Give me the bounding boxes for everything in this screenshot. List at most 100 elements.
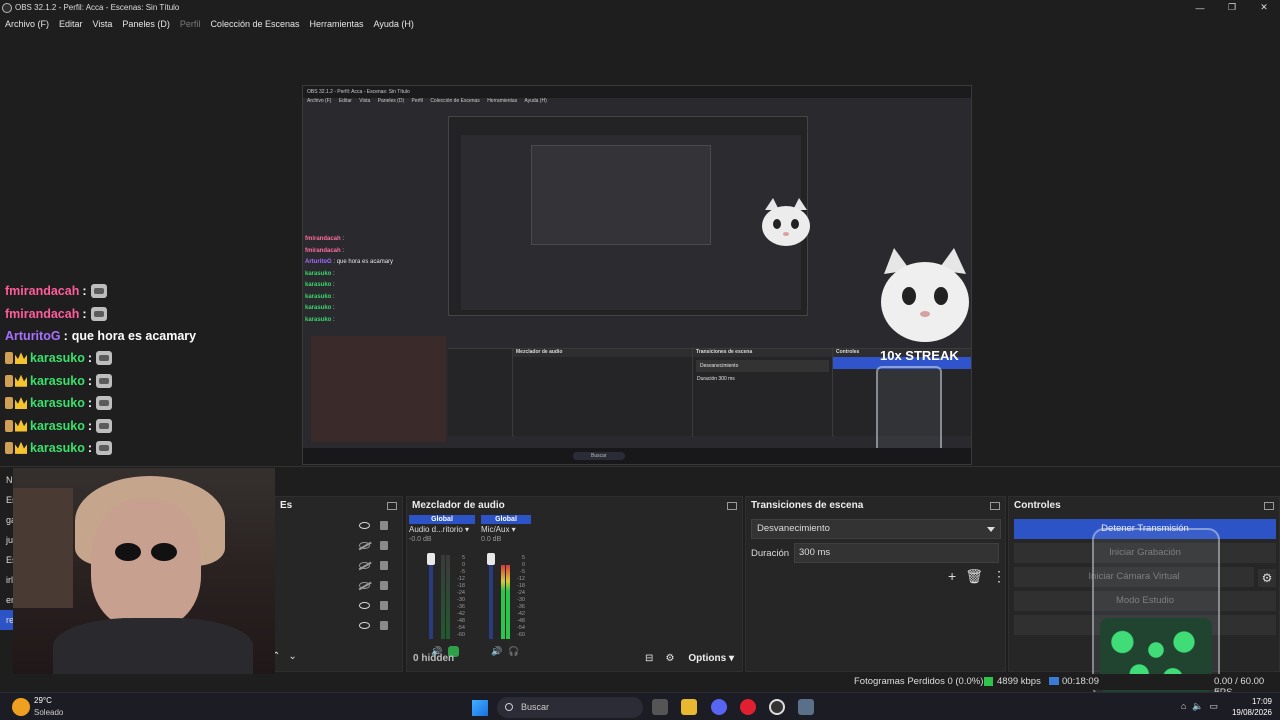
weather-temperature[interactable]: 29°C: [34, 696, 52, 705]
scene-item-selected[interactable]: re: [0, 610, 14, 630]
undock-icon[interactable]: [990, 502, 1000, 510]
duration-label: Duración: [751, 548, 790, 559]
scene-item[interactable]: en: [0, 590, 16, 610]
menu-herramientas[interactable]: Herramientas: [305, 16, 369, 32]
trash-icon[interactable]: 🗑: [965, 568, 983, 585]
obs-logo-icon: [2, 2, 12, 13]
dropped-frames: Fotogramas Perdidos 0 (0.0%): [854, 676, 984, 687]
inner-menu-item: Archivo (F): [307, 98, 332, 104]
lock-icon[interactable]: [380, 520, 388, 530]
volume-fader-track[interactable]: [429, 555, 433, 639]
inner-webcam: [311, 336, 446, 442]
undock-icon[interactable]: [387, 502, 397, 510]
chat-username: karasuko: [30, 440, 85, 455]
menu-perfil[interactable]: Perfil: [175, 16, 206, 32]
lock-icon[interactable]: [380, 600, 388, 610]
transitions-header: Transiciones de escena: [746, 497, 1005, 515]
layout-toggle-icon[interactable]: ⊟: [645, 653, 653, 664]
close-button[interactable]: ✕: [1248, 2, 1280, 13]
eye-off-icon[interactable]: [359, 581, 370, 589]
undock-icon[interactable]: [727, 502, 737, 510]
eye-icon[interactable]: [359, 621, 370, 629]
eye-off-icon[interactable]: [359, 541, 370, 549]
taskbar-search[interactable]: Buscar: [497, 697, 643, 718]
inner-transitions-pane: Transiciones de escena Desvanecimiento D…: [693, 349, 833, 437]
network-icon[interactable]: ⌂: [1181, 701, 1186, 712]
scale-tick: -5: [460, 569, 465, 575]
cat-emote-icon: [96, 418, 113, 433]
volume-icon[interactable]: 🔈: [1192, 701, 1203, 712]
file-explorer-icon[interactable]: [681, 699, 697, 715]
duration-input[interactable]: 300 ms: [794, 543, 999, 563]
volume-fader-knob[interactable]: [427, 553, 435, 565]
weather-sun-icon[interactable]: [12, 698, 30, 716]
eye-off-icon[interactable]: [359, 561, 370, 569]
lock-icon[interactable]: [380, 580, 388, 590]
settings-gear-icon[interactable]: [798, 699, 814, 715]
lock-icon[interactable]: [380, 540, 388, 550]
transition-select[interactable]: Desvanecimiento: [751, 519, 1001, 539]
mixer-title: Mezclador de audio: [412, 500, 505, 511]
windows-start-icon[interactable]: [472, 700, 488, 716]
clock-time: 17:09: [1251, 697, 1272, 706]
source-row[interactable]: [275, 615, 402, 635]
chat-username: karasuko: [30, 351, 85, 366]
menu-paneles[interactable]: Paneles (D): [117, 16, 175, 32]
source-row[interactable]: [275, 595, 402, 615]
source-row[interactable]: [275, 515, 402, 535]
scale-tick: -42: [457, 611, 465, 617]
lock-icon[interactable]: [380, 560, 388, 570]
scene-item[interactable]: Es: [0, 550, 17, 570]
scene-item[interactable]: ga: [0, 510, 16, 530]
volume-fader-track[interactable]: [489, 555, 493, 639]
move-down-icon[interactable]: ⌄: [288, 651, 296, 662]
opera-icon[interactable]: [740, 699, 756, 715]
sub-badge-icon: [5, 374, 13, 387]
menu-coleccion-escenas[interactable]: Colección de Escenas: [205, 16, 304, 32]
channel-name-text: Audio d...ritorio: [409, 525, 463, 534]
scene-item[interactable]: irl: [0, 570, 14, 590]
source-row[interactable]: [275, 535, 402, 555]
task-view-icon[interactable]: [652, 699, 668, 715]
volume-fader-knob[interactable]: [487, 553, 495, 565]
eye-icon[interactable]: [359, 601, 370, 609]
channel-name[interactable]: Audio d...ritorio ▾: [409, 524, 475, 536]
channel-name[interactable]: Mic/Aux ▾: [481, 524, 531, 536]
minimize-button[interactable]: —: [1184, 3, 1216, 13]
undock-icon[interactable]: [1264, 502, 1274, 510]
gear-icon[interactable]: ⚙: [1258, 569, 1276, 587]
inner-menu-item: Vista: [359, 98, 371, 104]
inner-taskbar: Buscar: [303, 448, 971, 464]
weather-description[interactable]: Soleado: [34, 708, 63, 717]
title-bar: OBS 32.1.2 - Perfil: Acca - Escenas: Sin…: [0, 0, 1280, 15]
scene-item[interactable]: ju: [0, 530, 14, 550]
chat-username: ArturitoG: [5, 328, 61, 343]
preview-canvas[interactable]: OBS 32.1.2 - Perfil: Acca - Escenas: Sin…: [302, 85, 972, 465]
menu-ayuda[interactable]: Ayuda (H): [369, 16, 419, 32]
scale-tick: 5: [461, 555, 465, 561]
inner-chat-user: ArturitoG: [305, 259, 332, 265]
inner-chat-line: ArturitoG : que hora es acamary: [305, 259, 394, 265]
menu-archivo[interactable]: Archivo (F): [0, 16, 54, 32]
lock-icon[interactable]: [380, 620, 388, 630]
clock[interactable]: 17:09 19/08/2026: [1232, 696, 1272, 718]
add-icon[interactable]: +: [948, 568, 956, 585]
menu-editar[interactable]: Editar: [54, 16, 88, 32]
inner-chat-line: fmirandacah :: [305, 236, 345, 242]
meter-scale: 5 0 -5 -12 -18 -24 -30 -36 -42 -48 -54 -60: [511, 555, 525, 639]
menu-vista[interactable]: Vista: [88, 16, 118, 32]
scale-tick: -18: [457, 583, 465, 589]
battery-icon[interactable]: ▭: [1209, 701, 1218, 712]
eye-icon[interactable]: [359, 521, 370, 529]
source-row[interactable]: [275, 555, 402, 575]
options-dropdown[interactable]: Options ▾: [688, 653, 734, 664]
mixer-settings-icon[interactable]: ⚙: [665, 653, 674, 664]
obs-icon[interactable]: [769, 699, 785, 715]
discord-icon[interactable]: [711, 699, 727, 715]
chat-separator: :: [63, 328, 68, 343]
more-icon[interactable]: ⋮: [992, 568, 1006, 585]
source-row[interactable]: [275, 575, 402, 595]
channel-volume-db: 0.0 dB: [481, 536, 502, 543]
taskbar: 29°C Soleado Buscar ⌂ 🔈 ▭ 17:09 19/08/20…: [0, 692, 1280, 720]
maximize-button[interactable]: ❐: [1216, 2, 1248, 13]
